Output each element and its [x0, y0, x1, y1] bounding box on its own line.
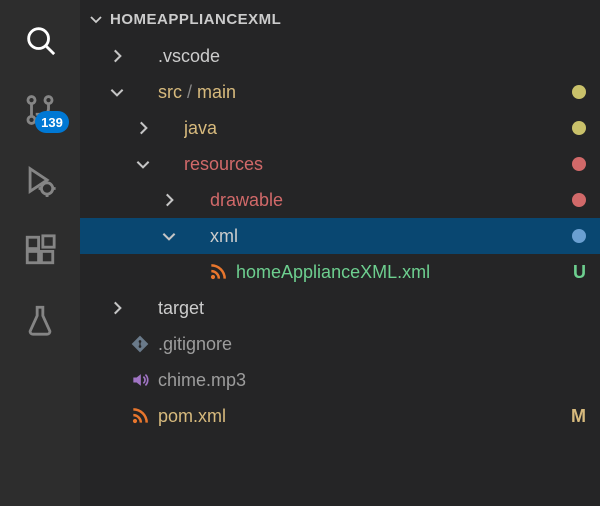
- chevron-down-icon: [108, 83, 126, 101]
- run-debug-icon: [23, 163, 57, 197]
- tree-item-label: java: [184, 118, 564, 139]
- tree-file[interactable]: pom.xml M: [80, 398, 600, 434]
- vcs-status-letter: U: [573, 262, 586, 283]
- tree-item-label: .gitignore: [158, 334, 586, 355]
- tree-file[interactable]: homeApplianceXML.xml U: [80, 254, 600, 290]
- vcs-status-dot: [572, 157, 586, 171]
- tree-folder[interactable]: resources: [80, 146, 600, 182]
- tree-folder[interactable]: java: [80, 110, 600, 146]
- xml-file-icon: [208, 262, 228, 282]
- explorer-sidebar: HOMEAPPLIANCEXML .vscode src / main java re…: [80, 0, 600, 506]
- project-title: HOMEAPPLIANCEXML: [110, 11, 281, 28]
- activity-run-debug[interactable]: [20, 160, 60, 200]
- vcs-status-dot: [572, 193, 586, 207]
- git-file-icon: [130, 334, 150, 354]
- tree-folder[interactable]: target: [80, 290, 600, 326]
- tree-folder[interactable]: xml: [80, 218, 600, 254]
- tree-item-label: resources: [184, 154, 564, 175]
- explorer-header[interactable]: HOMEAPPLIANCEXML: [80, 0, 600, 38]
- file-tree: .vscode src / main java resources drawable xm…: [80, 38, 600, 506]
- tree-file[interactable]: .gitignore: [80, 326, 600, 362]
- tree-folder[interactable]: src / main: [80, 74, 600, 110]
- tree-item-label: homeApplianceXML.xml: [236, 262, 565, 283]
- tree-item-label: chime.mp3: [158, 370, 586, 391]
- tree-item-label: drawable: [210, 190, 564, 211]
- activity-bar: 139: [0, 0, 80, 506]
- activity-source-control[interactable]: 139: [20, 90, 60, 130]
- tree-folder[interactable]: .vscode: [80, 38, 600, 74]
- chevron-right-icon: [160, 191, 178, 209]
- vcs-status-dot: [572, 85, 586, 99]
- tree-item-label: xml: [210, 226, 564, 247]
- xml-file-icon: [130, 406, 150, 426]
- scm-badge: 139: [35, 111, 69, 133]
- tree-item-label: target: [158, 298, 586, 319]
- activity-explorer[interactable]: [20, 20, 60, 60]
- audio-file-icon: [130, 370, 150, 390]
- vcs-status-letter: M: [571, 406, 586, 427]
- tree-file[interactable]: chime.mp3: [80, 362, 600, 398]
- activity-extensions[interactable]: [20, 230, 60, 270]
- tree-item-label: src / main: [158, 82, 564, 103]
- search-icon: [23, 23, 57, 57]
- tree-folder[interactable]: drawable: [80, 182, 600, 218]
- chevron-down-icon: [160, 227, 178, 245]
- chevron-down-icon: [88, 11, 104, 27]
- chevron-right-icon: [134, 119, 152, 137]
- tree-item-label: pom.xml: [158, 406, 563, 427]
- tree-item-label: .vscode: [158, 46, 586, 67]
- vcs-status-dot: [572, 121, 586, 135]
- chevron-right-icon: [108, 47, 126, 65]
- beaker-icon: [23, 303, 57, 337]
- vcs-status-dot: [572, 229, 586, 243]
- extensions-icon: [23, 233, 57, 267]
- chevron-right-icon: [108, 299, 126, 317]
- activity-testing[interactable]: [20, 300, 60, 340]
- chevron-down-icon: [134, 155, 152, 173]
